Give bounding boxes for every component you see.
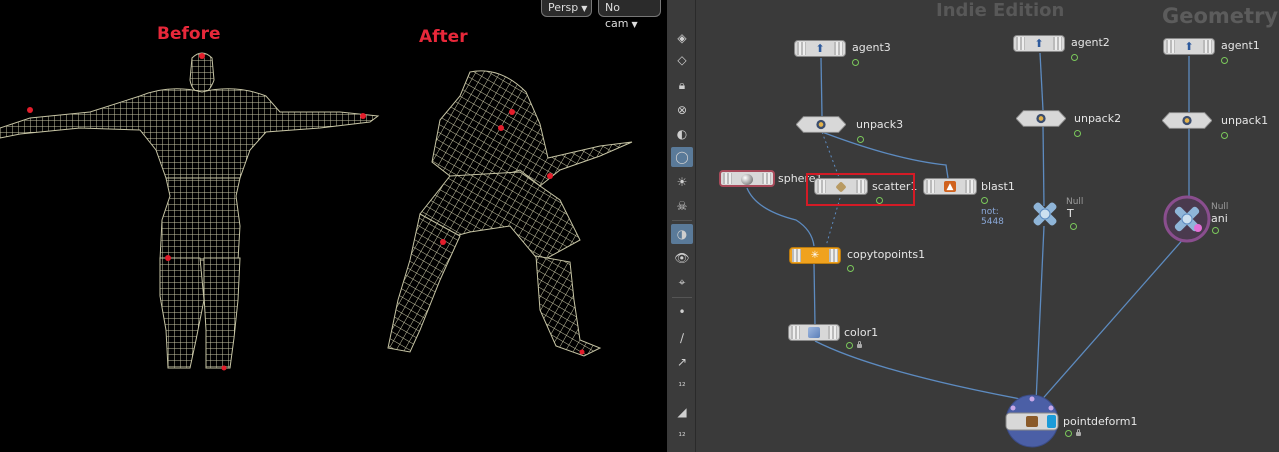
node-label: copytopoints1 bbox=[847, 248, 926, 261]
before-mesh bbox=[0, 52, 380, 369]
toolbar-divider bbox=[672, 220, 692, 221]
node-flag-indicator bbox=[1212, 227, 1219, 234]
bulb-icon[interactable]: ◯ bbox=[671, 147, 693, 167]
node-body[interactable]: ⬆ bbox=[794, 40, 846, 57]
null-icon[interactable] bbox=[1162, 194, 1212, 244]
light-icon[interactable]: ◐ bbox=[671, 124, 693, 144]
node-flag-indicator bbox=[852, 59, 859, 66]
node-type-label: Null bbox=[1211, 202, 1229, 212]
lock-icon bbox=[857, 341, 862, 348]
copy-icon: ✳ bbox=[810, 250, 820, 261]
snap-icon[interactable]: ⊗ bbox=[671, 100, 693, 120]
node-flag-indicator bbox=[981, 197, 988, 204]
node-label: pointdeform1 bbox=[1063, 415, 1138, 428]
agent-icon: ⬆ bbox=[1034, 37, 1044, 50]
node-body[interactable]: ⬆ bbox=[1163, 38, 1215, 55]
chevron-down-icon: ▼ bbox=[581, 4, 588, 13]
scene-viewport[interactable]: Before After Persp ▼ No cam ▼ bbox=[0, 0, 667, 452]
node-flag-indicator bbox=[857, 136, 864, 143]
node-body[interactable]: ✳ bbox=[789, 247, 841, 264]
node-flag-indicator bbox=[1070, 223, 1077, 230]
skull-icon[interactable]: ☠ bbox=[671, 196, 693, 216]
pointdeform-body[interactable] bbox=[1003, 394, 1061, 452]
blast-icon: ▲ bbox=[944, 181, 956, 192]
node-label: unpack3 bbox=[856, 118, 904, 131]
color-icon bbox=[808, 327, 820, 338]
ghost-icon[interactable]: ◇ bbox=[671, 50, 693, 70]
toolbar-divider bbox=[672, 297, 692, 298]
light2-icon[interactable]: ☀ bbox=[671, 172, 693, 192]
persp-button[interactable]: Persp ▼ bbox=[541, 0, 592, 17]
unpack-body[interactable] bbox=[1162, 112, 1212, 129]
chevron-down-icon: ▼ bbox=[631, 20, 638, 29]
scatter-highlight-box bbox=[806, 173, 915, 206]
after-label: After bbox=[419, 27, 468, 47]
node-label: ani bbox=[1211, 212, 1228, 225]
node-body[interactable]: ▲ bbox=[923, 178, 977, 195]
viewport-canvas bbox=[0, 52, 633, 371]
node-flag-indicator bbox=[847, 265, 854, 272]
node-label: agent1 bbox=[1221, 39, 1260, 52]
node-label: agent2 bbox=[1071, 36, 1110, 49]
agent-icon: ⬆ bbox=[815, 42, 825, 55]
node-null-t[interactable]: Null T bbox=[1026, 197, 1083, 234]
point-icon[interactable]: • bbox=[671, 302, 693, 322]
node-body[interactable] bbox=[788, 324, 840, 341]
blast-note: not: 5448 bbox=[981, 207, 1004, 227]
node-label: T bbox=[1067, 207, 1074, 220]
node-body[interactable]: ⬆ bbox=[1013, 35, 1065, 52]
node-label: unpack1 bbox=[1221, 114, 1269, 127]
unpack-body[interactable] bbox=[1016, 110, 1066, 127]
camera-button[interactable]: No cam ▼ bbox=[598, 0, 661, 30]
node-type-label: Null bbox=[1066, 197, 1084, 207]
paint-icon[interactable]: ◢ bbox=[671, 402, 693, 422]
persp-label: Persp bbox=[548, 1, 579, 14]
node-label: agent3 bbox=[852, 41, 891, 54]
select-icon[interactable]: ↗ bbox=[671, 352, 693, 372]
camera-visibility-icon[interactable]: 👁︎ bbox=[671, 248, 693, 268]
display-options-icon[interactable]: ◈ bbox=[671, 28, 693, 48]
node-body[interactable] bbox=[719, 170, 775, 187]
network-editor[interactable]: Indie Edition Geometry ⬆ agent3 ⬆ agent2 bbox=[696, 0, 1279, 452]
lock-icon[interactable]: 🔒︎ bbox=[671, 75, 693, 95]
agent-icon: ⬆ bbox=[1184, 40, 1194, 53]
lock-icon bbox=[1076, 429, 1081, 436]
before-label: Before bbox=[157, 24, 221, 44]
null-icon[interactable] bbox=[1026, 198, 1064, 230]
node-flag-indicator bbox=[1221, 57, 1228, 64]
view-icon[interactable]: ⌖ bbox=[671, 272, 693, 292]
camera-label: No cam bbox=[605, 1, 629, 30]
node-label: color1 bbox=[844, 326, 879, 339]
sphere-icon bbox=[741, 174, 753, 185]
node-flag-indicator bbox=[1065, 430, 1072, 437]
node-label: blast1 bbox=[981, 180, 1015, 193]
node-pointdeform1[interactable]: pointdeform1 bbox=[1003, 394, 1137, 452]
unpack-body[interactable] bbox=[796, 116, 846, 133]
node-flag-indicator bbox=[1071, 54, 1078, 61]
number-12-icon[interactable]: ¹² bbox=[671, 377, 693, 397]
node-null-ani[interactable]: Null ani bbox=[1162, 194, 1228, 248]
number-12b-icon[interactable]: ¹² bbox=[671, 427, 693, 447]
shading-icon[interactable]: ◑ bbox=[671, 224, 693, 244]
node-flag-indicator bbox=[1074, 130, 1081, 137]
node-label: unpack2 bbox=[1074, 112, 1122, 125]
brush-icon[interactable]: ∕ bbox=[671, 328, 693, 348]
node-flag-indicator bbox=[846, 342, 853, 349]
viewport-toolbar: ◈ ◇ 🔒︎ ⊗ ◐ ◯ ☀ ☠ ◑ 👁︎ ⌖ • ∕ ↗ ¹² ◢ ¹² bbox=[669, 0, 696, 452]
node-flag-indicator bbox=[1221, 132, 1228, 139]
